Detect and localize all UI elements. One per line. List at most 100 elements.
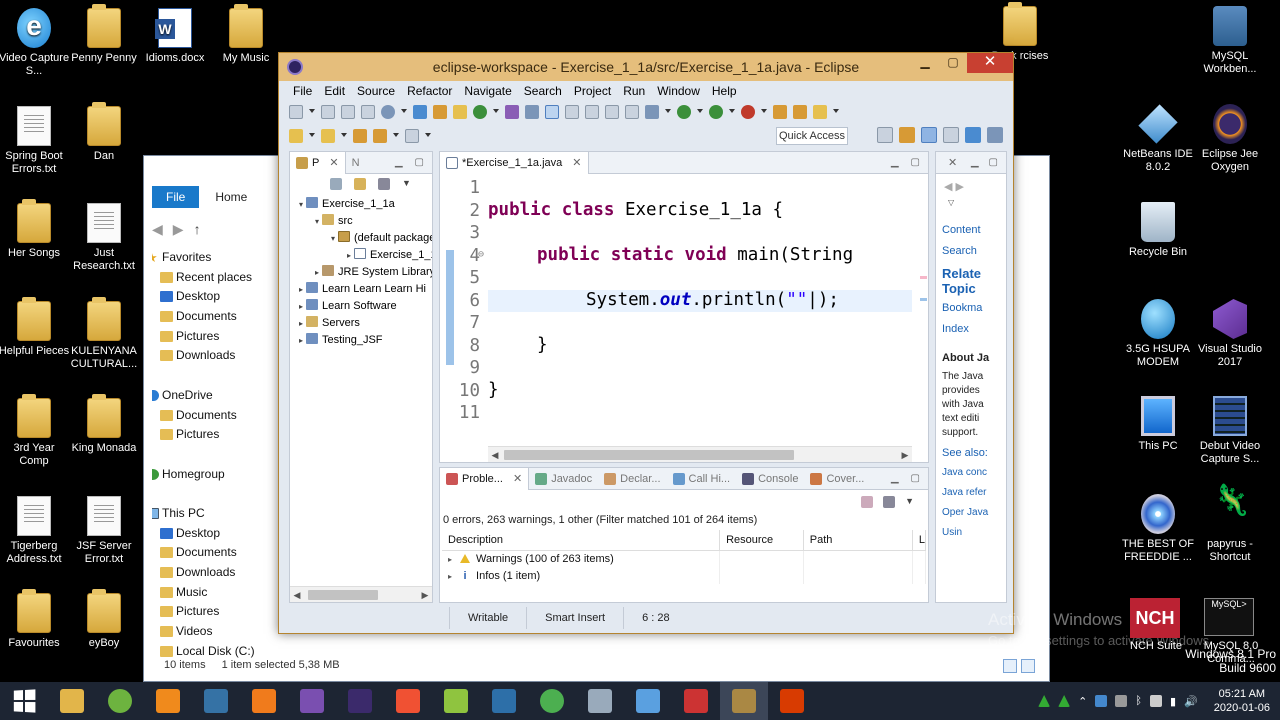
tab-bottom-view[interactable]: Console: [736, 468, 804, 490]
tab-bottom-view[interactable]: Javadoc: [529, 468, 598, 490]
tab-bottom-view[interactable]: Call Hi...: [667, 468, 737, 490]
nav-item[interactable]: Downloads: [152, 346, 280, 366]
next-annotation-icon[interactable]: [289, 129, 303, 143]
taskbar-app[interactable]: [192, 682, 240, 720]
column-resource[interactable]: Resource: [719, 530, 804, 551]
eclipse-title-bar[interactable]: eclipse-workspace - Exercise_1_1a/src/Ex…: [279, 53, 1013, 81]
sync-perspective-icon[interactable]: [987, 127, 1003, 143]
eclipse-window[interactable]: eclipse-workspace - Exercise_1_1a/src/Ex…: [278, 52, 1014, 634]
desktop-icon[interactable]: 3.5G HSUPA MODEM: [1122, 299, 1194, 369]
back-icon[interactable]: ◀: [152, 221, 163, 238]
desktop-icon[interactable]: Idioms.docx: [139, 8, 211, 65]
nav-item[interactable]: Pictures: [152, 425, 280, 445]
taskbar-app[interactable]: [720, 682, 768, 720]
help-link[interactable]: Java conc: [942, 466, 992, 480]
maximize-view-icon[interactable]: ▢: [911, 473, 920, 484]
tree-item[interactable]: ▸ Servers: [290, 315, 432, 332]
desktop-icon[interactable]: My Music: [210, 4, 282, 65]
debug-icon[interactable]: [645, 105, 659, 119]
desktop-icon[interactable]: King Monada: [68, 394, 140, 455]
nav-item[interactable]: Recent places: [152, 268, 280, 288]
nav-onedrive[interactable]: OneDrive: [152, 386, 280, 406]
taskbar-app[interactable]: [576, 682, 624, 720]
nav-item[interactable]: Documents: [152, 543, 280, 563]
help-link-bookmarks[interactable]: Bookma: [942, 302, 982, 314]
large-icons-view-icon[interactable]: [1021, 659, 1035, 673]
toolbar-icon-b[interactable]: [625, 105, 639, 119]
new-icon[interactable]: [289, 105, 303, 119]
warning-marker[interactable]: [920, 276, 927, 279]
desktop-icon[interactable]: 3rd Year Comp: [0, 394, 70, 468]
desktop-icon[interactable]: Visual Studio 2017: [1194, 299, 1266, 369]
print-icon[interactable]: [361, 105, 375, 119]
horizontal-scrollbar[interactable]: ◀ ▶: [290, 586, 432, 602]
nch-suite-icon[interactable]: NCH: [1130, 598, 1180, 638]
scroll-thumb[interactable]: [504, 450, 794, 460]
desktop-icon[interactable]: Favourites: [0, 589, 70, 650]
minimize-view-icon[interactable]: ▁: [891, 157, 899, 168]
battery-icon[interactable]: [1149, 695, 1162, 707]
desktop-icon[interactable]: Debut Video Capture S...: [1194, 396, 1266, 466]
desktop-icon[interactable]: MySQL Workben...: [1194, 6, 1266, 76]
taskbar-app[interactable]: [384, 682, 432, 720]
scroll-left-icon[interactable]: ◀: [488, 447, 502, 463]
close-button[interactable]: ✕: [967, 53, 1013, 73]
taskbar-app[interactable]: [480, 682, 528, 720]
collapse-arrow-icon[interactable]: ▸: [344, 247, 354, 264]
menu-file[interactable]: File: [287, 81, 318, 101]
tray-app-icon[interactable]: [1058, 695, 1071, 707]
tab-bottom-view[interactable]: Proble... ✕: [440, 467, 530, 490]
help-link-related-topics[interactable]: Relate Topic: [942, 266, 1004, 296]
column-location[interactable]: L: [912, 530, 927, 551]
close-tab-icon[interactable]: ✕: [329, 152, 338, 174]
up-icon[interactable]: ↑: [194, 221, 201, 237]
help-link[interactable]: Oper Java: [942, 506, 992, 520]
quick-fix-icon[interactable]: [813, 105, 827, 119]
tab-bottom-view[interactable]: Cover...: [804, 468, 870, 490]
desktop-icon[interactable]: NetBeans IDE 8.0.2: [1122, 104, 1194, 174]
coverage-icon[interactable]: [709, 105, 723, 119]
scroll-right-icon[interactable]: ▶: [898, 447, 912, 463]
nav-item[interactable]: Desktop: [152, 287, 280, 307]
desktop-icon[interactable]: Spring Boot Errors.txt: [0, 106, 70, 176]
expand-arrow-icon[interactable]: ▾: [296, 196, 306, 213]
collapse-all-icon[interactable]: [330, 178, 342, 190]
collapse-arrow-icon[interactable]: ▸: [296, 298, 306, 315]
taskbar-app[interactable]: [96, 682, 144, 720]
tab-exercise-java[interactable]: *Exercise_1_1a.java ✕: [440, 151, 589, 174]
network-icon[interactable]: ▮: [1170, 695, 1176, 708]
desktop-icon[interactable]: Recycle Bin: [1122, 202, 1194, 259]
view-menu-icon[interactable]: [883, 496, 896, 508]
scroll-thumb[interactable]: [308, 590, 378, 600]
taskbar-app[interactable]: [336, 682, 384, 720]
mysql-command-icon[interactable]: MySQL>: [1204, 598, 1254, 636]
open-task-icon[interactable]: [793, 105, 807, 119]
help-nav-arrows[interactable]: ◀ ▶: [944, 180, 964, 193]
new-package-icon[interactable]: [453, 105, 467, 119]
tree-item[interactable]: ▸Exercise_1_1a.java: [290, 247, 432, 264]
desktop-icon[interactable]: Tigerberg Address.txt: [0, 496, 70, 566]
nav-item[interactable]: Videos: [152, 622, 280, 642]
desktop-icon[interactable]: Penny Penny: [68, 4, 140, 65]
details-view-icon[interactable]: [1003, 659, 1017, 673]
chevron-down-icon[interactable]: ▼: [905, 496, 914, 508]
scroll-right-icon[interactable]: ▶: [418, 587, 432, 603]
desktop-icon[interactable]: papyrus - Shortcut: [1194, 494, 1266, 564]
collapse-arrow-icon[interactable]: ▸: [312, 264, 322, 281]
save-icon[interactable]: [321, 105, 335, 119]
maximize-button[interactable]: ▢: [939, 53, 967, 73]
forward-icon[interactable]: [405, 129, 419, 143]
nav-item[interactable]: Pictures: [152, 327, 280, 347]
show-whitespace-icon[interactable]: [585, 105, 599, 119]
menu-run[interactable]: Run: [617, 81, 651, 101]
tree-item[interactable]: ▸ Learn Learn Learn Hi: [290, 281, 432, 298]
column-path[interactable]: Path: [803, 530, 913, 551]
tree-item[interactable]: ▾ src: [290, 213, 432, 230]
tray-app-icon[interactable]: [1095, 695, 1108, 707]
java-ee-perspective-icon[interactable]: [899, 127, 915, 143]
taskbar-app[interactable]: [432, 682, 480, 720]
taskbar-app[interactable]: [528, 682, 576, 720]
collapse-arrow-icon[interactable]: ▸: [296, 281, 306, 298]
help-link[interactable]: Usin: [942, 526, 992, 540]
position-marker[interactable]: [920, 298, 927, 301]
